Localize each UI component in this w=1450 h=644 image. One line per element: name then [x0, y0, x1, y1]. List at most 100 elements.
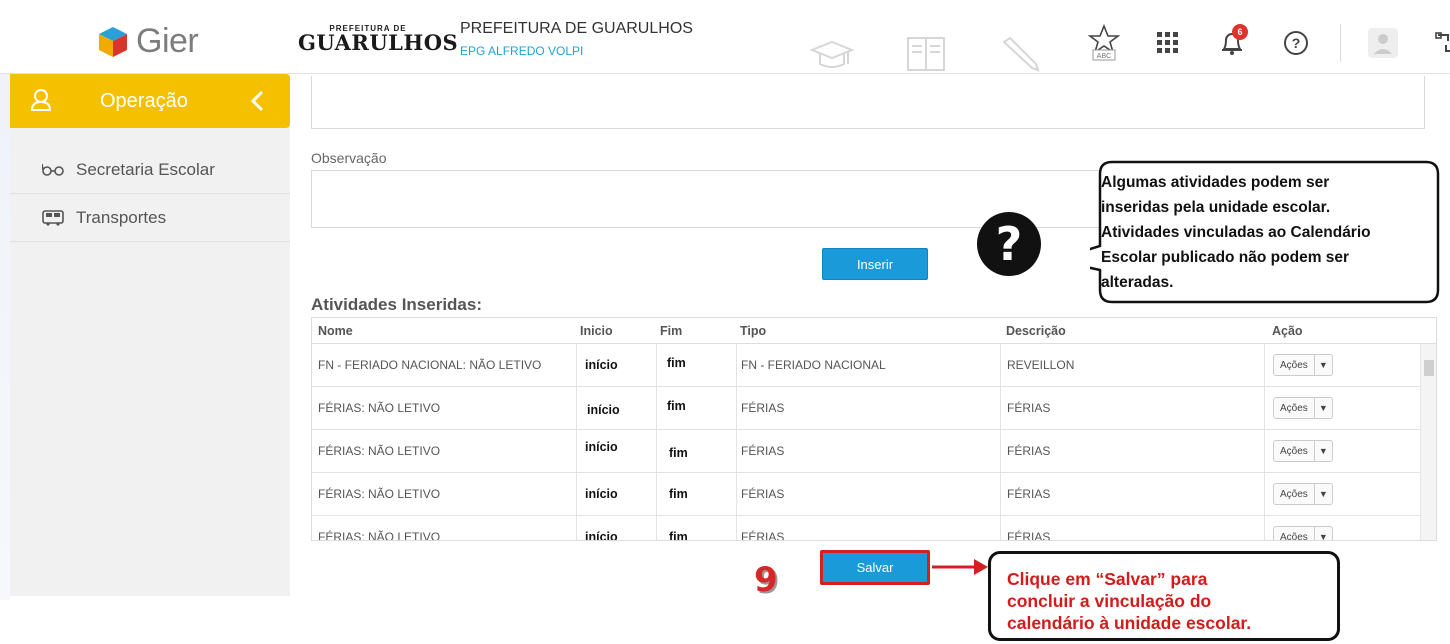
sidebar: Operação Secretaria Escolar Transportes: [10, 74, 290, 596]
red-arrow-icon: [932, 559, 988, 575]
acoes-label: Ações: [1280, 402, 1308, 414]
svg-text:ABC: ABC: [1097, 53, 1111, 60]
cell-nome: FN - FERIADO NACIONAL: NÃO LETIVO: [318, 358, 542, 372]
activities-table: Nome Inicio Fim Tipo Descrição Ação FN -…: [311, 317, 1437, 541]
table-scrollbar[interactable]: [1420, 344, 1436, 540]
cell-acao: Ações ▼: [1264, 344, 1414, 386]
acoes-label: Ações: [1280, 359, 1308, 371]
pencil-icon[interactable]: [998, 36, 1042, 72]
caret-down-icon: ▼: [1313, 398, 1332, 418]
cell-acao: Ações ▼: [1264, 430, 1414, 472]
bell-icon[interactable]: 6: [1212, 24, 1252, 60]
inserir-button[interactable]: Inserir: [822, 248, 928, 280]
table-header: Nome Inicio Fim Tipo Descrição Ação: [312, 318, 1436, 344]
cell-inicio: início: [576, 344, 656, 386]
user-avatar-icon[interactable]: [1363, 26, 1403, 60]
bus-icon: [42, 209, 64, 226]
user-icon: [30, 89, 52, 111]
caret-down-icon: ▼: [1313, 484, 1332, 504]
inicio-mask-label: início: [587, 403, 620, 417]
prefeitura-logo-big: GUARULHOS: [298, 30, 459, 55]
col-inicio[interactable]: Inicio: [576, 318, 656, 343]
callout-line: alteradas.: [1101, 274, 1174, 291]
cell-nome: FÉRIAS: NÃO LETIVO: [318, 530, 441, 541]
callout-line: Escolar publicado não podem ser: [1101, 249, 1350, 266]
cell-tipo: FÉRIAS: [736, 516, 1000, 540]
table-row: FÉRIAS: NÃO LETIVO início fim FÉRIAS FÉR…: [312, 473, 1436, 516]
callout-line: calendário à unidade escolar.: [1007, 613, 1252, 633]
cell-fim: fim: [656, 344, 736, 386]
cell-inicio: início: [576, 473, 656, 515]
cell-fim: fim: [656, 430, 736, 472]
table-row: FN - FERIADO NACIONAL: NÃO LETIVO início…: [312, 344, 1436, 387]
acoes-dropdown[interactable]: Ações ▼: [1273, 354, 1333, 376]
abc-star-icon[interactable]: ABC: [1084, 24, 1124, 61]
graduation-cap-icon[interactable]: [810, 36, 854, 72]
table-row: FÉRIAS: NÃO LETIVO início fim FÉRIAS FÉR…: [312, 430, 1436, 473]
callout-line: Clique em “Salvar” para: [1007, 569, 1208, 589]
prefeitura-logo: PREFEITURA DE GUARULHOS: [298, 24, 459, 55]
collapse-chevron-icon[interactable]: [250, 90, 266, 112]
cell-descricao: FÉRIAS: [1000, 473, 1264, 515]
svg-text:?: ?: [996, 217, 1023, 271]
col-tipo[interactable]: Tipo: [736, 318, 1000, 343]
caret-down-icon: ▼: [1313, 355, 1332, 375]
top-header: Gier PREFEITURA DE GUARULHOS PREFEITURA …: [0, 0, 1450, 74]
acoes-dropdown[interactable]: Ações ▼: [1273, 483, 1333, 505]
acoes-label: Ações: [1280, 445, 1308, 457]
scrollbar-thumb[interactable]: [1424, 360, 1434, 376]
acoes-dropdown[interactable]: Ações ▼: [1273, 526, 1333, 540]
info-callout-text: Algumas atividades podem ser inseridas p…: [1101, 170, 1435, 295]
fim-mask-label: fim: [669, 530, 688, 540]
acoes-dropdown[interactable]: Ações ▼: [1273, 397, 1333, 419]
svg-text:?: ?: [1292, 35, 1301, 51]
cell-fim: fim: [656, 473, 736, 515]
cell-nome: FÉRIAS: NÃO LETIVO: [318, 444, 441, 458]
inicio-mask-label: início: [585, 440, 618, 454]
col-descricao[interactable]: Descrição: [1000, 318, 1264, 343]
top-right-icons: ABC 6 ?: [1084, 24, 1450, 62]
col-nome[interactable]: Nome: [312, 324, 576, 338]
inicio-mask-label: início: [585, 487, 618, 501]
gier-logo[interactable]: Gier: [96, 22, 199, 61]
cell-acao: Ações ▼: [1264, 473, 1414, 515]
cell-fim: fim: [656, 516, 736, 540]
observacao-label: Observação: [311, 150, 387, 166]
question-mark-icon: ?: [977, 212, 1041, 276]
cell-nome: FÉRIAS: NÃO LETIVO: [318, 487, 441, 501]
caret-down-icon: ▼: [1313, 527, 1332, 540]
col-acao[interactable]: Ação: [1264, 318, 1414, 343]
save-instruction-callout: Clique em “Salvar” para concluir a vincu…: [988, 551, 1340, 641]
previous-field-input[interactable]: [311, 76, 1425, 129]
sidebar-item-label: Transportes: [76, 207, 167, 227]
notification-badge: 6: [1232, 24, 1248, 40]
cell-inicio: início: [576, 387, 656, 429]
apps-grid-icon[interactable]: [1148, 26, 1188, 60]
cell-tipo: FN - FERIADO NACIONAL: [736, 344, 1000, 386]
institution-title: PREFEITURA DE GUARULHOS: [460, 20, 693, 37]
callout-line: concluir a vinculação do: [1007, 591, 1212, 611]
sidebar-item-secretaria[interactable]: Secretaria Escolar: [10, 146, 290, 194]
cell-tipo: FÉRIAS: [736, 430, 1000, 472]
header-divider: [1340, 24, 1341, 62]
cell-tipo: FÉRIAS: [736, 473, 1000, 515]
salvar-button[interactable]: Salvar: [820, 550, 930, 585]
cell-inicio: início: [576, 516, 656, 540]
switch-icon[interactable]: [1427, 26, 1450, 60]
table-row: FÉRIAS: NÃO LETIVO início fim FÉRIAS FÉR…: [312, 387, 1436, 430]
fim-mask-label: fim: [669, 446, 688, 460]
caret-down-icon: ▼: [1313, 441, 1332, 461]
fim-mask-label: fim: [667, 356, 686, 370]
sidebar-item-operacao[interactable]: Operação: [10, 74, 290, 128]
callout-line: Atividades vinculadas ao Calendário: [1101, 224, 1371, 241]
acoes-dropdown[interactable]: Ações ▼: [1273, 440, 1333, 462]
col-fim[interactable]: Fim: [656, 318, 736, 343]
sidebar-item-transportes[interactable]: Transportes: [10, 194, 290, 242]
cell-tipo: FÉRIAS: [736, 387, 1000, 429]
school-name[interactable]: EPG ALFREDO VOLPI: [460, 44, 583, 58]
cell-descricao: FÉRIAS: [1000, 387, 1264, 429]
left-edge-strip: [0, 0, 10, 600]
help-icon[interactable]: ?: [1276, 26, 1316, 60]
gier-cube-icon: [99, 26, 127, 57]
book-icon[interactable]: [904, 36, 948, 72]
